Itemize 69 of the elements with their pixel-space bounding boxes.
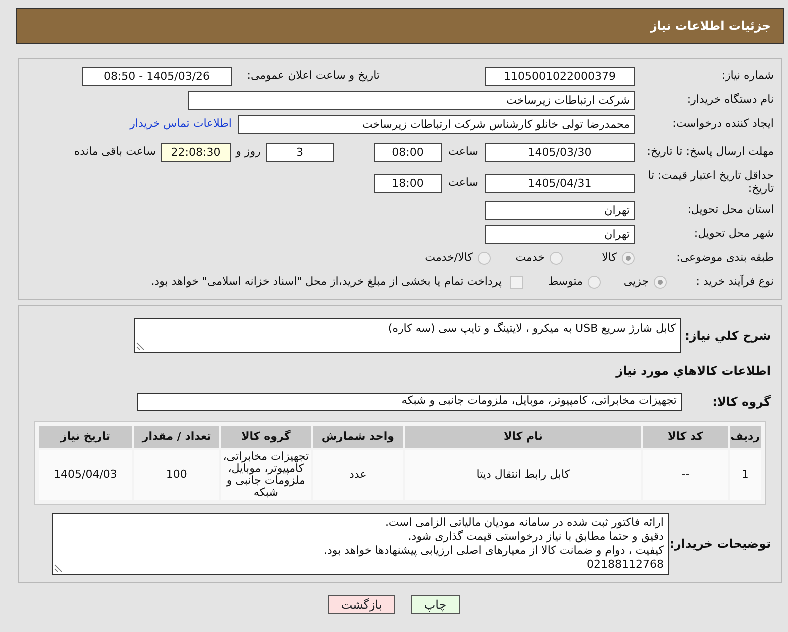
days-field[interactable]: 3 <box>266 142 334 162</box>
time-field[interactable]: 08:00 <box>374 142 442 162</box>
text-field[interactable]: تجهیزات مخابراتی، کامپیوتر، موبایل، ملزومات جانبی و شبکه <box>137 392 682 410</box>
column-header: کد کالا <box>643 426 728 448</box>
text-field[interactable]: تهران <box>485 201 635 220</box>
field-label: شماره نیاز: <box>720 70 775 83</box>
column-header: واحد شمارش <box>312 426 404 448</box>
table-cell: عدد <box>312 450 404 500</box>
table-cell: -- <box>643 450 728 500</box>
field-label: ساعت <box>448 144 480 160</box>
field-label: طبقه بندی موضوعی: <box>676 252 775 265</box>
field-label: حداقل تاریخ اعتبار قیمت: تا تاریخ: <box>647 170 775 196</box>
text-field[interactable]: شرکت ارتباطات زیرساخت <box>188 91 635 110</box>
field-label: توضیحات خریدار: <box>669 536 772 554</box>
text-line: ارائه فاکتور ثبت شده در سامانه مودیان مالیاتی الزامی است. <box>384 516 664 530</box>
option-label: متوسط <box>548 274 583 290</box>
option-label: خدمت <box>516 250 545 266</box>
date-field[interactable]: 1405/04/31 <box>485 174 635 192</box>
text-value: کابل شارژ سریع USB به میکرو ، لایتینگ و تایپ سی (سه کاره) <box>388 322 676 335</box>
field-label: استان محل تحویل: <box>686 204 775 217</box>
option-label: کالا <box>602 250 617 266</box>
radio-button[interactable] <box>478 252 491 265</box>
radio-button[interactable] <box>654 276 667 289</box>
text-field[interactable]: 1405/03/26 - 08:50 <box>82 67 232 86</box>
field-label: مهلت ارسال پاسخ: تا تاریخ: <box>646 146 775 158</box>
back-button[interactable]: بازگشت <box>328 595 396 614</box>
option-label: جزیی <box>624 274 649 290</box>
field-label: شهر محل تحویل: <box>693 228 775 241</box>
print-button[interactable]: چاپ <box>411 595 460 614</box>
radio-button[interactable] <box>622 252 635 265</box>
radio-button[interactable] <box>588 276 601 289</box>
text-field[interactable]: 1105001022000379 <box>485 67 635 86</box>
radio-button[interactable] <box>550 252 563 265</box>
checkbox[interactable] <box>510 276 523 289</box>
field-label: ساعت <box>448 174 480 191</box>
time-field[interactable]: 18:00 <box>374 174 442 192</box>
text-line: کیفیت ، دوام و ضمانت کالا از معیارهای اصلی ارزیابی پیشنهادها خواهد بود. <box>323 544 664 558</box>
column-header: گروه کالا <box>221 426 311 448</box>
resize-grip-icon[interactable] <box>136 342 145 351</box>
checkbox-label: پرداخت تمام یا بخشی از مبلغ خرید،از محل "اسناد خزانه اسلامی" خواهد بود. <box>151 274 502 290</box>
text-field[interactable]: محمدرضا تولی خانلو کارشناس شرکت ارتباطات زیرساخت <box>238 115 635 134</box>
text-line: 02188112768 <box>586 558 664 572</box>
table-cell: 100 <box>134 450 220 500</box>
page-title: جزئیات اطلاعات نیاز <box>16 8 784 44</box>
field-label: شرح كلي نياز: <box>684 328 772 344</box>
field-label: تاریخ و ساعت اعلان عمومی: <box>246 68 380 84</box>
text-field[interactable]: تهران <box>485 225 635 244</box>
text-line: دقیق و حتما مطابق با نیاز درخواستی قیمت گذاری شود. <box>407 530 664 544</box>
column-header: نام کالا <box>405 426 642 448</box>
countdown-field[interactable]: 22:08:30 <box>161 142 231 162</box>
resize-grip-icon[interactable] <box>54 564 63 574</box>
table-cell: کابل رابط انتقال دیتا <box>405 450 642 500</box>
field-label: گروه کالا: <box>712 394 772 410</box>
column-header: تعداد / مقدار <box>134 426 220 448</box>
field-label: نوع فرآیند خرید : <box>695 276 775 289</box>
section-title: اطلاعات كالاهاي مورد نياز <box>614 363 772 380</box>
table-cell: 1 <box>730 450 761 500</box>
option-label: کالا/خدمت <box>425 250 473 266</box>
text-area[interactable]: کابل شارژ سریع USB به میکرو ، لایتینگ و تایپ سی (سه کاره) <box>134 318 681 353</box>
contact-link[interactable]: اطلاعات تماس خریدار <box>130 116 232 133</box>
table-cell: 1405/04/03 <box>39 450 132 500</box>
field-label: روز و <box>234 144 262 160</box>
date-field[interactable]: 1405/03/30 <box>485 142 635 162</box>
table-cell: تجهیزات مخابراتی، کامپیوتر، موبایل، ملزومات جانبی و شبکه <box>221 450 311 500</box>
field-label: نام دستگاه خریدار: <box>686 94 775 107</box>
field-label: ساعت باقی مانده <box>74 144 156 160</box>
column-header: تاریخ نیاز <box>39 426 132 448</box>
field-label: ایجاد کننده درخواست: <box>672 118 775 131</box>
column-header: ردیف <box>730 426 761 448</box>
